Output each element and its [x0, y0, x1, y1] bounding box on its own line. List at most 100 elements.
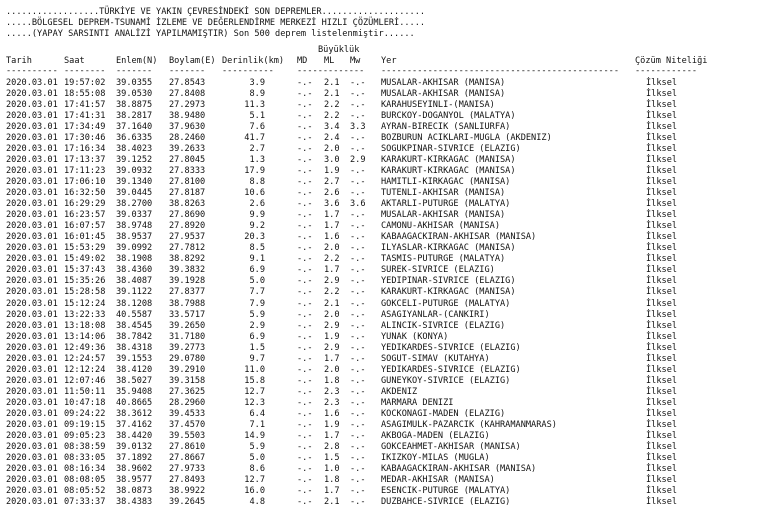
cell-derinlik: 5.0 [249, 276, 265, 287]
cell-ml: 2.9 [324, 342, 340, 353]
cell-nitelik: İlksel [646, 188, 678, 198]
cell-ml: 2.2 [324, 287, 340, 298]
cell-enlem: 36.6335 [116, 132, 153, 143]
cell-ml: 1.9 [324, 165, 340, 176]
cell-yer: MEDAR-AKHISAR (MANISA) [381, 475, 495, 486]
cell-ml: 1.7 [324, 221, 340, 232]
cell-ml: 2.2 [324, 254, 340, 265]
cell-md: -.- [297, 121, 313, 132]
table-row: 2020.03.01 08:16:34 38.9602 27.9733 8.6 -.- 1.… [0, 464, 770, 475]
cell-enlem: 37.1892 [116, 453, 153, 464]
cell-enlem: 37.4162 [116, 420, 153, 431]
cell-md: -.- [297, 364, 313, 375]
cell-enlem: 39.0132 [116, 442, 153, 453]
cell-md: -.- [297, 143, 313, 154]
cell-md: -.- [297, 353, 313, 364]
cell-nitelik: İlksel [646, 464, 678, 475]
cell-saat: 15:53:29 [64, 243, 106, 254]
cell-yer: KARAKURT-KIRKAGAC (MANISA) [381, 287, 516, 298]
cell-nitelik: İlksel [646, 442, 678, 453]
table-row: 2020.03.01 08:33:05 37.1892 27.8667 5.0 -.- 1.… [0, 453, 770, 464]
cell-md: -.- [297, 210, 313, 221]
cell-tarih: 2020.03.01 [6, 121, 58, 132]
cell-nitelik: İlksel [646, 143, 678, 154]
cell-derinlik: 2.9 [249, 320, 265, 331]
cell-md: -.- [297, 331, 313, 342]
cell-mw: -.- [350, 77, 366, 88]
cell-yer: KARAHUSEYINLI-(MANISA) [381, 99, 495, 110]
cell-enlem: 39.0337 [116, 210, 153, 221]
cell-ml: 2.0 [324, 143, 340, 154]
table-row: 2020.03.01 16:32:50 39.0445 27.8187 10.6 -.- 2… [0, 188, 770, 199]
cell-enlem: 38.2700 [116, 199, 153, 210]
cell-md: -.- [297, 176, 313, 187]
cell-boylam: 27.8493 [169, 475, 206, 486]
cell-yer: MUSALAR-AKHISAR (MANISA) [381, 77, 506, 88]
cell-boylam: 27.9733 [169, 464, 206, 475]
cell-tarih: 2020.03.01 [6, 464, 58, 475]
cell-saat: 17:13:37 [64, 154, 106, 165]
cell-enlem: 38.4545 [116, 320, 153, 331]
cell-saat: 17:11:23 [64, 165, 106, 176]
table-row: 2020.03.01 15:35:26 38.4087 39.1928 5.0 -.- 2.… [0, 276, 770, 287]
cell-tarih: 2020.03.01 [6, 132, 58, 143]
cell-boylam: 38.7988 [169, 298, 206, 309]
cell-ml: 2.8 [324, 442, 340, 453]
cell-mw: -.- [350, 88, 366, 99]
cell-boylam: 39.3158 [169, 375, 206, 386]
cell-saat: 15:49:02 [64, 254, 106, 265]
cell-tarih: 2020.03.01 [6, 176, 58, 187]
cell-md: -.- [297, 110, 313, 121]
sep-mag: ------------- [297, 66, 365, 76]
cell-enlem: 39.0445 [116, 188, 153, 198]
cell-nitelik: İlksel [646, 243, 678, 254]
earthquake-list-page: ..................TÜRKİYE VE YAKIN ÇEVRE… [0, 0, 770, 513]
sep-nitelik: ------------ [635, 66, 698, 76]
table-row: 2020.03.01 16:01:45 38.9537 27.9537 20.3 -.- 1… [0, 232, 770, 243]
cell-saat: 17:41:57 [64, 99, 106, 110]
cell-ml: 2.0 [324, 243, 340, 254]
cell-nitelik: İlksel [646, 320, 678, 331]
cell-yer: GUNEYKOY-SIVRICE (ELAZIG) [381, 375, 511, 386]
cell-boylam: 27.3625 [169, 386, 206, 397]
cell-yer: ASAGIMULK-PAZARCIK (KAHRAMANMARAS) [381, 420, 557, 431]
cell-ml: 2.1 [324, 77, 340, 88]
cell-tarih: 2020.03.01 [6, 143, 58, 154]
cell-derinlik: 15.8 [244, 375, 265, 386]
cell-boylam: 38.9922 [169, 486, 206, 497]
cell-derinlik: 10.6 [244, 188, 265, 198]
cell-tarih: 2020.03.01 [6, 276, 58, 287]
cell-mw: -.- [350, 497, 366, 508]
cell-md: -.- [297, 342, 313, 353]
cell-boylam: 27.8690 [169, 210, 206, 221]
cell-ml: 3.4 [324, 121, 340, 132]
cell-md: -.- [297, 265, 313, 276]
cell-enlem: 38.1208 [116, 298, 153, 309]
cell-saat: 08:08:05 [64, 475, 106, 486]
cell-yer: ESENCIK-PUTURGE (MALATYA) [381, 486, 511, 497]
table-row: 2020.03.01 12:24:57 39.1553 29.0780 9.7 -.- 1.… [0, 354, 770, 365]
cell-saat: 08:16:34 [64, 464, 106, 475]
cell-saat: 16:32:50 [64, 188, 106, 198]
cell-enlem: 35.9408 [116, 386, 153, 397]
table-row: 2020.03.01 15:12:24 38.1208 38.7988 7.9 -.- 2.… [0, 299, 770, 310]
cell-tarih: 2020.03.01 [6, 309, 58, 320]
cell-ml: 2.3 [324, 386, 340, 397]
cell-tarih: 2020.03.01 [6, 342, 58, 353]
cell-saat: 08:38:59 [64, 442, 106, 453]
magnitude-group-label: Büyüklük [318, 45, 360, 55]
cell-derinlik: 6.4 [249, 409, 265, 419]
table-row: 2020.03.01 08:38:59 39.0132 27.8610 5.9 -.- 2.… [0, 442, 770, 453]
cell-md: -.- [297, 397, 313, 408]
cell-mw: -.- [350, 397, 366, 408]
cell-md: -.- [297, 165, 313, 176]
cell-nitelik: İlksel [646, 176, 678, 187]
cell-tarih: 2020.03.01 [6, 99, 58, 110]
sep-yer: ----------------------------------------… [381, 66, 619, 76]
cell-ml: 2.7 [324, 176, 340, 187]
cell-boylam: 27.9537 [169, 232, 206, 243]
cell-md: -.- [297, 309, 313, 320]
cell-md: -.- [297, 420, 313, 431]
cell-yer: ILYASLAR-KIRKAGAC (MANISA) [381, 243, 516, 254]
sep-enlem: ------- [116, 66, 153, 76]
